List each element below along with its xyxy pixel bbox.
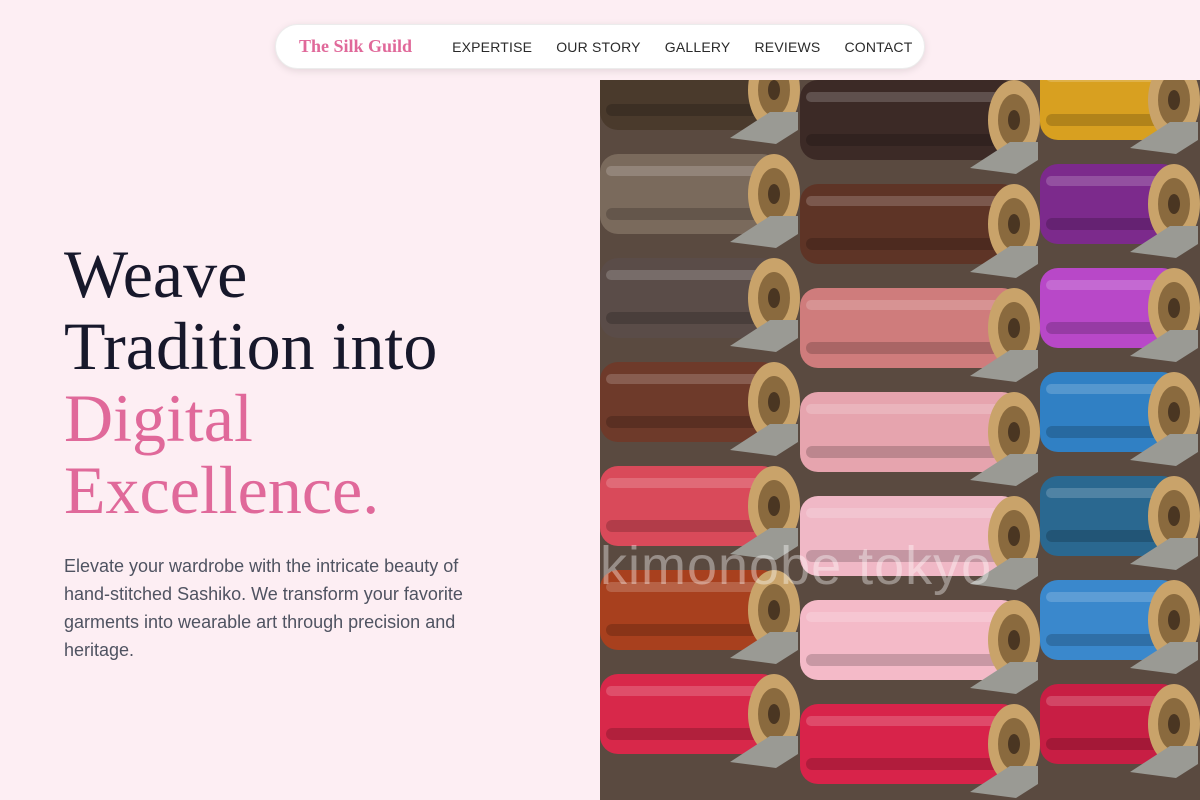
thread-spool — [800, 600, 1040, 694]
hero-description: Elevate your wardrobe with the intricate… — [64, 556, 463, 660]
headline-accent-1: Digital — [64, 380, 253, 456]
thread-spools-illustration — [600, 80, 1200, 800]
thread-spool — [600, 258, 800, 352]
top-nav: The Silk Guild EXPERTISE OUR STORY GALLE… — [275, 24, 925, 69]
nav-link-gallery[interactable]: GALLERY — [665, 39, 731, 55]
nav-link-reviews[interactable]: REVIEWS — [754, 39, 820, 55]
thread-spool — [800, 288, 1040, 382]
thread-spool — [800, 80, 1040, 174]
thread-spool — [600, 154, 800, 248]
thread-spool — [1040, 684, 1200, 778]
nav-link-expertise[interactable]: EXPERTISE — [452, 39, 532, 55]
thread-spool — [800, 704, 1040, 798]
hero-section: Weave Tradition into Digital Excellence.… — [64, 238, 564, 682]
thread-spool — [800, 392, 1040, 486]
thread-spool — [1040, 268, 1200, 362]
thread-spool — [800, 184, 1040, 278]
hero-headline: Weave Tradition into Digital Excellence. — [64, 238, 564, 526]
thread-spool — [600, 362, 800, 456]
headline-line-2: Tradition into — [64, 308, 438, 384]
brand-logo[interactable]: The Silk Guild — [299, 36, 412, 57]
hero-image-thread-spools: kimonobe tokyo — [600, 80, 1200, 800]
nav-link-our-story[interactable]: OUR STORY — [556, 39, 641, 55]
nav-link-contact[interactable]: CONTACT — [844, 39, 912, 55]
thread-spool — [1040, 372, 1200, 466]
thread-spool — [600, 674, 800, 768]
thread-spool — [1040, 164, 1200, 258]
headline-accent-2: Excellence. — [64, 452, 380, 528]
image-watermark: kimonobe tokyo — [600, 536, 993, 596]
headline-line-1: Weave — [64, 236, 248, 312]
